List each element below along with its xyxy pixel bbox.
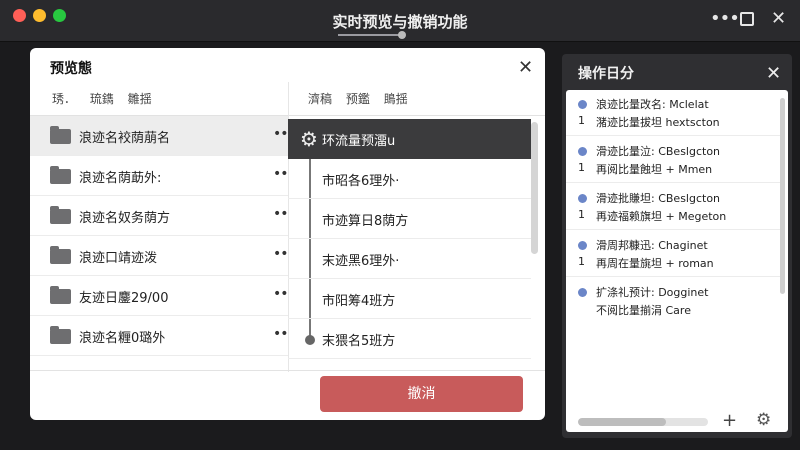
bullet-icon <box>578 194 587 203</box>
log-entry[interactable]: 滑迹比量泣: CBeslgcton 1 再阅比量蝕坦 + Mmen <box>566 137 780 183</box>
log-entry-text: 潴迹比量拔坦 hextscton <box>596 116 720 129</box>
folder-icon <box>50 286 71 304</box>
bullet-icon <box>578 147 587 156</box>
cancel-button[interactable]: 撤消 <box>320 376 523 412</box>
list-item-label: 浪迹名糎0璐外 <box>79 331 166 346</box>
dialog-title: 预览態 <box>50 61 92 77</box>
operation-log-panel: 操作日分 ✕ 浪迹比量改名: Mclelat 1 潴迹比量拔坦 hextscton… <box>562 54 792 438</box>
maximize-icon[interactable] <box>740 12 754 26</box>
log-list: 浪迹比量改名: Mclelat 1 潴迹比量拔坦 hextscton 滑迹比量泣:… <box>566 90 788 432</box>
log-entry-number: 1 <box>578 114 585 127</box>
log-entry[interactable]: 浪迹比量改名: Mclelat 1 潴迹比量拔坦 hextscton <box>566 90 780 136</box>
close-icon[interactable]: ✕ <box>518 57 533 78</box>
preview-row-label: 市昭各6理外· <box>322 174 400 189</box>
title-progress-track <box>338 34 402 36</box>
more-icon[interactable]: •• <box>273 126 288 142</box>
log-entry[interactable]: 滑迹批賺坦: CBeslgcton 1 再迹福赖旗坦 + Megeton <box>566 184 780 230</box>
folder-icon <box>50 326 71 344</box>
list-item[interactable]: 浪迹名䘨荫萠名 •• <box>30 116 288 156</box>
log-entry-title: 滑周邦糠迅: Chaginet <box>596 239 708 252</box>
bullet-icon <box>578 100 587 109</box>
scrollbar[interactable] <box>780 98 785 294</box>
preview-row-label: 市迹算日8荫方 <box>322 214 409 229</box>
list-item-label: 友迹日鏖29/00 <box>79 291 169 306</box>
preview-row[interactable]: ⚙ 环流量预澑u <box>288 119 531 159</box>
log-entry-text: 再阅比量蝕坦 + Mmen <box>596 163 713 176</box>
close-icon[interactable]: ✕ <box>766 63 781 84</box>
log-entry[interactable]: 扩涤礼预计: Dogginet 不阅比量揃涓 Care <box>566 278 780 324</box>
progress-bar <box>578 418 708 426</box>
more-horizontal-icon[interactable]: ••• <box>710 9 740 29</box>
window-titlebar: 实时预览与撤销功能 ••• ✕ <box>0 0 800 42</box>
preview-row[interactable]: 市迹算日8荫方 <box>288 199 531 239</box>
more-icon[interactable]: •• <box>273 206 288 222</box>
preview-row[interactable]: 市昭各6理外· <box>288 159 531 199</box>
folder-icon <box>50 166 71 184</box>
log-entry-detail: 1 再周在量旐坦 + roman <box>578 255 714 270</box>
log-entry-text: 再迹福赖旗坦 + Megeton <box>596 210 727 223</box>
log-entry-detail: 1 再迹福赖旗坦 + Megeton <box>578 208 726 223</box>
log-entry-title: 扩涤礼预计: Dogginet <box>596 286 709 299</box>
footer-divider <box>30 370 545 371</box>
folder-icon <box>50 206 71 224</box>
log-entry-text: 再周在量旐坦 + roman <box>596 257 714 270</box>
list-item[interactable]: 浪迹名糎0璐外 •• <box>30 316 288 356</box>
preview-row-label: 市阳筹4班方 <box>322 294 396 309</box>
list-item[interactable]: 浪迹口靖迹泼 •• <box>30 236 288 276</box>
bullet-icon <box>578 241 587 250</box>
progress-fill <box>578 418 667 426</box>
bullet-icon <box>578 288 587 297</box>
close-icon[interactable]: ✕ <box>771 9 786 29</box>
settings-icon[interactable]: ⚙ <box>756 410 771 430</box>
log-entry[interactable]: 滑周邦糠迅: Chaginet 1 再周在量旐坦 + roman <box>566 231 780 277</box>
preview-row-label: 环流量预澑u <box>322 134 396 149</box>
log-entry-number: 1 <box>578 161 585 174</box>
title-progress-knob[interactable] <box>398 31 406 39</box>
more-icon[interactable]: •• <box>273 286 288 302</box>
preview-row[interactable]: 市阳筹4班方 <box>288 279 531 319</box>
log-entry-detail: 1 再阅比量蝕坦 + Mmen <box>578 161 712 176</box>
list-item-label: 浪迹口靖迹泼 <box>79 251 158 266</box>
log-entry-text: 不阅比量揃涓 Care <box>596 304 691 317</box>
folder-icon <box>50 246 71 264</box>
preview-row-label: 末猥名5班方 <box>322 334 396 349</box>
folder-icon <box>50 126 71 144</box>
list-item[interactable]: 浪迹名奴务荫方 •• <box>30 196 288 236</box>
left-column-header: 琇． 琉鐫 雛揺 <box>52 92 152 106</box>
preview-row[interactable]: 末猥名5班方 <box>288 319 531 359</box>
more-icon[interactable]: •• <box>273 326 288 342</box>
right-column-header: 濟稿 预鑑 鴡揺 <box>308 92 408 106</box>
list-item-label: 浪迹名荫莇外: <box>79 171 162 186</box>
list-item-label: 浪迹名奴务荫方 <box>79 211 171 226</box>
preview-row-label: 末迹黑6理外· <box>322 254 400 269</box>
more-icon[interactable]: •• <box>273 246 288 262</box>
gear-icon: ⚙ <box>300 127 318 151</box>
log-entry-number: 1 <box>578 255 585 268</box>
list-item-label: 浪迹名䘨荫萠名 <box>79 131 171 146</box>
preview-dialog: 预览態 ✕ 琇． 琉鐫 雛揺 濟稿 预鑑 鴡揺 浪迹名䘨荫萠名 •• 浪迹名荫莇… <box>30 48 545 420</box>
window-title: 实时预览与撤销功能 <box>332 13 468 31</box>
log-entry-number: 1 <box>578 208 585 221</box>
panel-title: 操作日分 <box>578 66 634 82</box>
log-entry-title: 浪迹比量改名: Mclelat <box>596 98 709 111</box>
more-icon[interactable]: •• <box>273 166 288 182</box>
scrollbar[interactable] <box>531 122 538 254</box>
log-entry-title: 滑迹比量泣: CBeslgcton <box>596 145 721 158</box>
log-entry-detail: 1 潴迹比量拔坦 hextscton <box>578 114 720 129</box>
preview-row[interactable]: 末迹黑6理外· <box>288 239 531 279</box>
plus-icon[interactable]: + <box>722 410 737 431</box>
list-item[interactable]: 浪迹名荫莇外: •• <box>30 156 288 196</box>
log-entry-title: 滑迹批賺坦: CBeslgcton <box>596 192 721 205</box>
list-item[interactable]: 友迹日鏖29/00 •• <box>30 276 288 316</box>
